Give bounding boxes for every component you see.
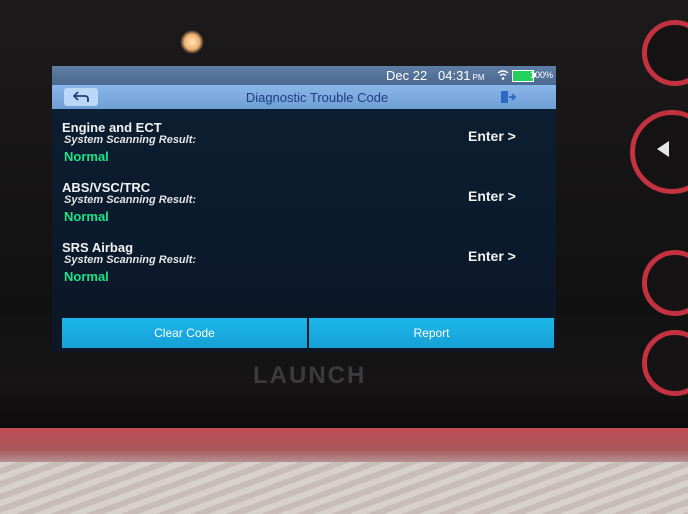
hardware-button-top[interactable]: [642, 20, 688, 86]
hardware-button-middle[interactable]: [642, 250, 688, 316]
page-title: Diagnostic Trouble Code: [245, 90, 389, 105]
system-status: Normal: [64, 149, 109, 164]
system-subtitle: System Scanning Result:: [64, 134, 197, 146]
hardware-button-bottom[interactable]: [642, 330, 688, 396]
system-name: SRS Airbag: [62, 240, 134, 255]
system-subtitle: System Scanning Result:: [64, 194, 197, 206]
system-name: Engine and ECT: [62, 120, 162, 135]
left-arrow-icon: [657, 141, 669, 157]
status-time: 04:31 PM: [438, 68, 485, 83]
enter-button[interactable]: Enter >: [468, 128, 516, 144]
status-bar: Dec 22 04:31 PM 100%: [52, 66, 556, 85]
back-button[interactable]: [64, 88, 98, 106]
side-buttons: [628, 20, 688, 420]
back-arrow-icon: [73, 91, 89, 102]
system-row-srs[interactable]: SRS Airbag System Scanning Result: Norma…: [62, 240, 542, 300]
scene-background: LAUNCH Dec 22 04:31 PM 100% Diagnostic T…: [0, 0, 688, 514]
wifi-icon: [497, 70, 509, 80]
report-button[interactable]: Report: [309, 318, 554, 348]
system-row-engine[interactable]: Engine and ECT System Scanning Result: N…: [62, 120, 542, 180]
rubber-edge: [0, 428, 688, 464]
cloth-background: [0, 462, 688, 514]
hardware-button-back[interactable]: [630, 110, 688, 194]
brand-logo: LAUNCH: [253, 362, 367, 389]
system-status: Normal: [64, 269, 109, 284]
system-name: ABS/VSC/TRC: [62, 180, 151, 195]
system-status: Normal: [64, 209, 109, 224]
exit-icon[interactable]: [500, 90, 516, 104]
system-subtitle: System Scanning Result:: [64, 254, 197, 266]
enter-button[interactable]: Enter >: [468, 248, 516, 264]
action-bar: Clear Code Report: [62, 318, 556, 348]
enter-button[interactable]: Enter >: [468, 188, 516, 204]
battery-percent: 100%: [530, 70, 554, 80]
status-date: Dec 22: [386, 68, 428, 83]
light-reflection: [180, 30, 204, 54]
device-screen: Dec 22 04:31 PM 100% Diagnostic Trouble C…: [52, 66, 556, 352]
title-bar: Diagnostic Trouble Code: [52, 85, 556, 109]
system-row-abs[interactable]: ABS/VSC/TRC System Scanning Result: Norm…: [62, 180, 542, 240]
clear-code-button[interactable]: Clear Code: [62, 318, 307, 348]
bottom-bezel: [0, 390, 688, 430]
